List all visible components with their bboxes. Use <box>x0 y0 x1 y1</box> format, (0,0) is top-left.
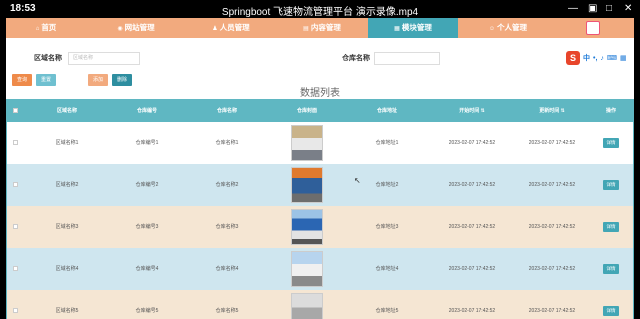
microphone-icon[interactable]: ♪ <box>600 55 604 62</box>
person-icon: ☺ <box>488 26 496 32</box>
cell-code: 仓库编号3 <box>135 224 159 230</box>
minimize-icon[interactable]: — <box>568 3 578 14</box>
cell-address: 仓库地址2 <box>375 182 399 188</box>
user-icon: ♟ <box>212 26 218 32</box>
cell-update-time: 2023-02-07 17:42:52 <box>528 140 576 146</box>
cell-area: 区域名称2 <box>55 182 79 188</box>
row-checkbox[interactable] <box>13 308 18 313</box>
detail-button[interactable]: 详情 <box>603 306 619 316</box>
detail-button[interactable]: 详情 <box>603 138 619 148</box>
select-all-checkbox[interactable] <box>13 108 18 113</box>
cell-area: 区域名称4 <box>55 266 79 272</box>
cell-address: 仓库地址3 <box>375 224 399 230</box>
warehouse-cover-image <box>291 251 323 287</box>
nav-module-management[interactable]: ▦ 模块管理 <box>368 18 458 38</box>
th-action: 操作 <box>605 108 616 114</box>
cell-start-time: 2023-02-07 17:42:52 <box>448 308 496 314</box>
warehouse-name-label: 仓库名称 <box>342 55 370 62</box>
video-player-bar: 18:53 Springboot 飞速物流管理平台 演示录像.mp4 — ▣ □… <box>0 0 640 18</box>
sogou-logo-icon[interactable]: S <box>566 51 580 65</box>
pip-icon[interactable]: ▣ <box>588 3 597 14</box>
video-title: Springboot 飞速物流管理平台 演示录像.mp4 <box>221 7 419 18</box>
home-icon: ⌂ <box>35 26 40 32</box>
cell-name: 仓库名称3 <box>215 224 239 230</box>
toolbox-icon[interactable]: ▦ <box>620 54 627 62</box>
document-icon: ▤ <box>303 26 309 32</box>
th-address: 仓库地址 <box>376 108 397 114</box>
detail-button[interactable]: 详情 <box>603 222 619 232</box>
table-row: 区域名称5 仓库编号5 仓库名称5 仓库地址5 2023-02-07 17:42… <box>7 290 633 319</box>
cell-name: 仓库名称4 <box>215 266 239 272</box>
cell-update-time: 2023-02-07 17:42:52 <box>528 266 576 272</box>
grid-icon: ▦ <box>394 26 400 32</box>
th-name: 仓库名称 <box>216 108 237 114</box>
mouse-cursor-icon: ↖ <box>354 176 361 185</box>
row-checkbox[interactable] <box>13 224 18 229</box>
row-checkbox[interactable] <box>13 182 18 187</box>
cell-code: 仓库编号2 <box>135 182 159 188</box>
warehouse-cover-image <box>291 209 323 245</box>
cell-start-time: 2023-02-07 17:42:52 <box>448 266 496 272</box>
cell-address: 仓库地址4 <box>375 266 399 272</box>
cell-update-time: 2023-02-07 17:42:52 <box>528 224 576 230</box>
ime-toolbar: S 中 •, ♪ ⌨ ▦ <box>566 51 627 65</box>
data-table: 区域名称 仓库编号 仓库名称 仓库封面 仓库地址 开始时间 ⇅ 更新时间 ⇅ 操… <box>6 99 634 319</box>
th-start-time[interactable]: 开始时间 ⇅ <box>437 100 507 122</box>
th-code: 仓库编号 <box>136 108 157 114</box>
th-cover: 仓库封面 <box>296 108 317 114</box>
area-name-label: 区域名称 <box>34 55 62 62</box>
row-checkbox[interactable] <box>13 266 18 271</box>
cell-update-time: 2023-02-07 17:42:52 <box>528 182 576 188</box>
cell-name: 仓库名称1 <box>215 140 239 146</box>
nav-home[interactable]: ⌂ 首页 <box>6 18 86 38</box>
table-row: 区域名称2 仓库编号2 仓库名称2 仓库地址2 2023-02-07 17:42… <box>7 164 633 206</box>
close-icon[interactable]: ✕ <box>624 3 632 14</box>
cell-area: 区域名称5 <box>55 308 79 314</box>
warehouse-cover-image <box>291 125 323 161</box>
table-row: 区域名称4 仓库编号4 仓库名称4 仓库地址4 2023-02-07 17:42… <box>7 248 633 290</box>
area-name-input[interactable]: 区域名称 <box>68 52 140 65</box>
nav-personal-management[interactable]: ☺ 个人管理 <box>458 18 558 38</box>
table-row: 区域名称1 仓库编号1 仓库名称1 仓库地址1 2023-02-07 17:42… <box>7 122 633 164</box>
cell-name: 仓库名称2 <box>215 182 239 188</box>
cell-address: 仓库地址5 <box>375 308 399 314</box>
cell-code: 仓库编号4 <box>135 266 159 272</box>
chinese-mode-icon[interactable]: 中 <box>583 53 590 63</box>
maximize-icon[interactable]: □ <box>606 3 612 14</box>
row-checkbox[interactable] <box>13 140 18 145</box>
avatar[interactable] <box>586 21 600 35</box>
table-row: 区域名称3 仓库编号3 仓库名称3 仓库地址3 2023-02-07 17:42… <box>7 206 633 248</box>
detail-button[interactable]: 详情 <box>603 180 619 190</box>
cell-code: 仓库编号5 <box>135 308 159 314</box>
cell-start-time: 2023-02-07 17:42:52 <box>448 182 496 188</box>
nav-site-management[interactable]: ◉ 网站管理 <box>86 18 186 38</box>
keyboard-icon[interactable]: ⌨ <box>607 54 617 62</box>
top-nav: ⌂ 首页 ◉ 网站管理 ♟ 人员管理 ▤ 内容管理 ▦ 模块管理 ☺ 个人管理 <box>6 18 634 38</box>
warehouse-cover-image <box>291 293 323 319</box>
cell-code: 仓库编号1 <box>135 140 159 146</box>
nav-staff-management[interactable]: ♟ 人员管理 <box>186 18 276 38</box>
cell-name: 仓库名称5 <box>215 308 239 314</box>
th-update-time[interactable]: 更新时间 ⇅ <box>517 100 587 122</box>
cell-start-time: 2023-02-07 17:42:52 <box>448 140 496 146</box>
list-title: 数据列表 <box>300 88 340 99</box>
cell-area: 区域名称1 <box>55 140 79 146</box>
cell-update-time: 2023-02-07 17:42:52 <box>528 308 576 314</box>
cell-area: 区域名称3 <box>55 224 79 230</box>
app-window: ⌂ 首页 ◉ 网站管理 ♟ 人员管理 ▤ 内容管理 ▦ 模块管理 ☺ 个人管理 区域名称 区… <box>6 18 634 319</box>
table-header: 区域名称 仓库编号 仓库名称 仓库封面 仓库地址 开始时间 ⇅ 更新时间 ⇅ 操… <box>7 100 633 122</box>
cell-start-time: 2023-02-07 17:42:52 <box>448 224 496 230</box>
nav-content-management[interactable]: ▤ 内容管理 <box>276 18 368 38</box>
punctuation-icon[interactable]: •, <box>593 55 597 62</box>
globe-icon: ◉ <box>117 26 123 32</box>
detail-button[interactable]: 详情 <box>603 264 619 274</box>
cell-address: 仓库地址1 <box>375 140 399 146</box>
warehouse-name-input[interactable] <box>374 52 440 65</box>
warehouse-cover-image <box>291 167 323 203</box>
th-area: 区域名称 <box>56 108 77 114</box>
